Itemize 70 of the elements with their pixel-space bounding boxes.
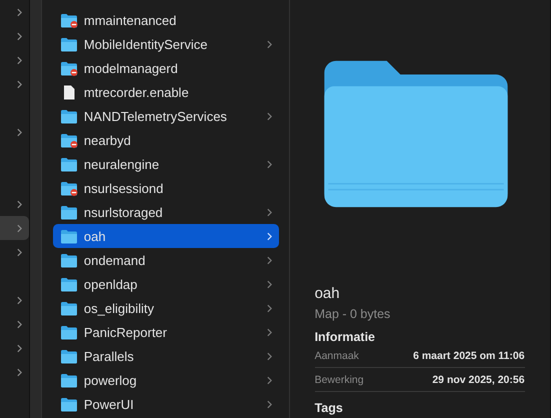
item-name: oah [314, 285, 341, 302]
chevron-icon[interactable] [17, 56, 22, 64]
file-row[interactable]: mmaintenanced [52, 8, 279, 32]
folder-icon [60, 324, 78, 340]
chevron-icon[interactable] [17, 80, 22, 88]
folder-icon [60, 156, 78, 172]
file-row[interactable]: nsurlsessiond [52, 176, 279, 200]
folder-icon [60, 228, 78, 244]
chevron-icon[interactable] [17, 344, 22, 352]
file-row[interactable]: Parallels [52, 344, 279, 368]
file-name: PanicReporter [84, 324, 168, 340]
folder-icon [60, 372, 78, 388]
file-name: nsurlsessiond [84, 180, 164, 196]
restricted-folder-icon [60, 132, 78, 148]
item-kind-size: Map - 0 bytes [314, 307, 392, 321]
file-row[interactable]: os_eligibility [52, 296, 279, 320]
chevron-icon[interactable] [17, 248, 22, 256]
file-row[interactable]: PanicReporter [52, 320, 279, 344]
section-heading: Tags [314, 401, 344, 415]
file-name: nsurlstoraged [84, 204, 164, 220]
file-row[interactable]: nsurlstoraged [52, 200, 279, 224]
file-row[interactable]: powerlog [52, 368, 279, 392]
chevron-icon[interactable] [17, 224, 22, 232]
file-name: oah [84, 228, 107, 244]
file-row[interactable]: ondemand [52, 248, 279, 272]
restricted-folder-icon [60, 180, 78, 196]
file-name: nearbyd [84, 132, 132, 148]
chevron-icon[interactable] [17, 368, 22, 376]
chevron-icon[interactable] [17, 8, 22, 16]
info-label: Bewerking [314, 374, 364, 386]
folder-icon [60, 396, 78, 412]
folder-icon [60, 348, 78, 364]
info-value: 29 nov 2025, 20:56 [432, 374, 525, 386]
file-row[interactable]: PowerUI [52, 392, 279, 416]
file-row[interactable]: neuralengine [52, 152, 279, 176]
file-row[interactable]: openldap [52, 272, 279, 296]
info-value: 6 maart 2025 om 11:06 [413, 350, 525, 362]
file-name: neuralengine [84, 156, 160, 172]
folder-icon [60, 300, 78, 316]
section-heading: Informatie [314, 330, 376, 344]
chevron-icon[interactable] [17, 32, 22, 40]
info-label: Aanmaak [314, 350, 359, 362]
chevron-icon[interactable] [17, 128, 22, 136]
file-name: mmaintenanced [84, 12, 178, 28]
file-row[interactable]: modelmanagerd [52, 56, 279, 80]
restricted-folder-icon [60, 12, 78, 28]
file-name: PowerUI [84, 396, 135, 412]
file-name: mtrecorder.enable [84, 84, 190, 100]
folder-icon [60, 252, 78, 268]
file-row[interactable]: nearbyd [52, 128, 279, 152]
file-name: modelmanagerd [84, 60, 179, 76]
folder-icon [60, 204, 78, 220]
folder-icon [60, 108, 78, 124]
file-row[interactable]: mtrecorder.enable [52, 80, 279, 104]
file-row[interactable]: oah [52, 224, 279, 248]
file-row[interactable]: MobileIdentityService [52, 32, 279, 56]
file-name: os_eligibility [84, 300, 155, 316]
file-name: Parallels [84, 348, 135, 364]
file-name: openldap [84, 276, 138, 292]
chevron-icon[interactable] [17, 296, 22, 304]
file-name: ondemand [84, 252, 146, 268]
file-name: MobileIdentityService [84, 36, 208, 52]
file-name: powerlog [84, 372, 138, 388]
chevron-icon[interactable] [17, 200, 22, 208]
restricted-folder-icon [60, 60, 78, 76]
chevron-icon[interactable] [17, 320, 22, 328]
file-row[interactable]: NANDTelemetryServices [52, 104, 279, 128]
file-name: NANDTelemetryServices [84, 108, 228, 124]
folder-icon [60, 36, 78, 52]
folder-icon [60, 276, 78, 292]
